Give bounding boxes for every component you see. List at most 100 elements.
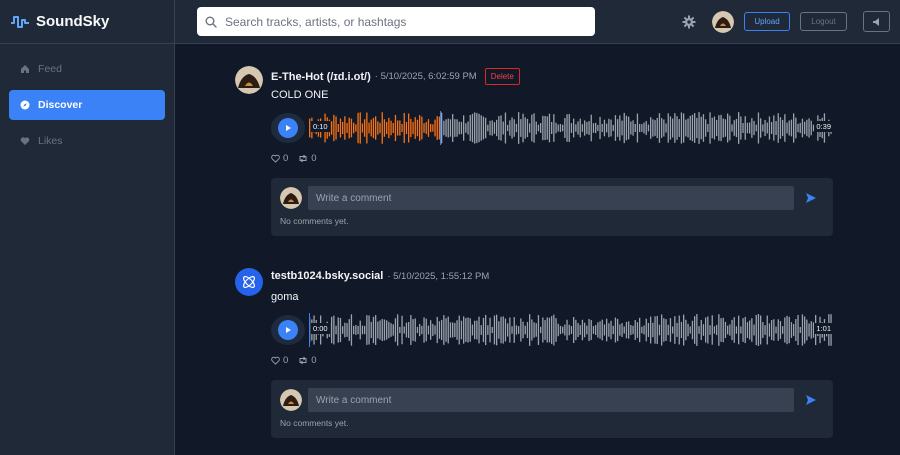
waveform-bar [678, 119, 680, 137]
waveform-bar [621, 120, 623, 136]
track-title: COLD ONE [271, 89, 329, 101]
waveform-bar [500, 316, 502, 344]
waveform-bar [623, 112, 625, 144]
playhead [440, 111, 441, 145]
waveform-bar [419, 115, 421, 141]
waveform-bar [674, 316, 676, 344]
repost-button[interactable]: 0 [298, 153, 317, 164]
search-box[interactable] [197, 7, 595, 36]
waveform-bar [480, 115, 482, 141]
gear-icon[interactable] [682, 15, 696, 29]
waveform-bar [733, 317, 735, 343]
waveform-bar [471, 324, 474, 336]
waveform-bar [687, 118, 689, 138]
waveform-bar [716, 119, 718, 137]
waveform-bar [386, 320, 388, 340]
waveform-bar [683, 113, 685, 143]
sidebar-item-discover[interactable]: Discover [9, 90, 165, 120]
waveform-bar [375, 315, 377, 345]
play-button[interactable] [271, 113, 305, 143]
waveform-bar [487, 325, 489, 335]
waveform-bar [489, 120, 491, 136]
upload-button[interactable]: Upload [744, 12, 790, 31]
waveform-bar [652, 119, 654, 137]
waveform-bar [405, 121, 408, 135]
waveform-bar [680, 321, 683, 339]
waveform-bar [518, 112, 520, 144]
search-input[interactable] [225, 14, 585, 29]
waveform-bar [542, 317, 544, 343]
waveform-bar [348, 117, 350, 139]
waveform-bar [797, 123, 799, 133]
post-author-avatar[interactable] [235, 268, 263, 296]
waveform-bar [546, 116, 548, 140]
waveform-bar [544, 115, 546, 141]
waveform-bar [370, 321, 372, 339]
repost-button[interactable]: 0 [298, 355, 317, 366]
post-author-avatar[interactable] [235, 66, 263, 94]
comment-input[interactable] [308, 388, 794, 412]
waveform-bar [685, 119, 687, 137]
waveform-bar [665, 319, 667, 341]
waveform-bar [551, 122, 553, 134]
repost-icon [299, 356, 307, 365]
waveform-bar [491, 326, 493, 334]
waveform-bar [669, 116, 672, 140]
like-button[interactable]: 0 [271, 153, 288, 164]
waveform-bar [663, 119, 665, 137]
waveform-bar [403, 326, 405, 334]
waveform-bar [573, 118, 575, 138]
atom-icon [243, 276, 255, 288]
waveform-bar [782, 119, 784, 137]
brand[interactable]: SoundSky [0, 0, 174, 44]
waveform-bar [533, 322, 535, 338]
like-button[interactable]: 0 [271, 355, 288, 366]
play-button[interactable] [271, 315, 305, 345]
waveform-bar [445, 318, 447, 342]
sidebar-item-likes[interactable]: Likes [9, 126, 165, 156]
sidebar-item-feed[interactable]: Feed [9, 54, 165, 84]
waveform-bar [735, 118, 738, 138]
waveform[interactable] [309, 111, 833, 145]
waveform-bar [676, 323, 678, 337]
user-avatar[interactable] [712, 11, 734, 33]
send-icon[interactable] [805, 394, 817, 406]
waveform-bar [790, 322, 793, 338]
send-icon[interactable] [805, 192, 817, 204]
delete-button[interactable]: Delete [484, 68, 520, 85]
waveform-bar [394, 318, 397, 342]
waveform-bar [608, 323, 610, 337]
waveform-bar [537, 315, 540, 345]
post-author[interactable]: E-The-Hot (/ɪd.i.ot/) [271, 71, 371, 83]
logout-button[interactable]: Logout [800, 12, 847, 31]
waveform-bar [808, 118, 810, 138]
waveform-bar [614, 115, 617, 141]
waveform-bar [650, 117, 652, 139]
waveform-bar [606, 318, 608, 342]
waveform-bar [476, 112, 478, 144]
waveform-bar [650, 316, 652, 344]
waveform-bar [601, 319, 603, 341]
comment-input[interactable] [308, 186, 794, 210]
waveform-bar [449, 119, 452, 137]
post-author[interactable]: testb1024.bsky.social [271, 270, 383, 282]
waveform-bar [696, 314, 698, 346]
waveform-bar [482, 116, 485, 140]
waveform-bar [738, 315, 740, 345]
waveform-bar [628, 321, 630, 339]
waveform-bar [390, 323, 392, 337]
waveform-bar [584, 120, 586, 136]
waveform-bar [639, 123, 641, 133]
waveform-bar [535, 121, 537, 135]
waveform[interactable] [309, 313, 833, 347]
like-count: 0 [283, 153, 289, 164]
waveform-bar [480, 325, 482, 335]
waveform-bar [430, 123, 432, 133]
waveform-bar [680, 112, 683, 144]
duration: 0:39 [814, 121, 833, 132]
waveform-bar [724, 119, 727, 137]
waveform-bar [392, 324, 394, 336]
waveform-bar [427, 325, 430, 335]
waveform-bar [553, 114, 555, 142]
collapse-player-button[interactable] [863, 11, 890, 32]
